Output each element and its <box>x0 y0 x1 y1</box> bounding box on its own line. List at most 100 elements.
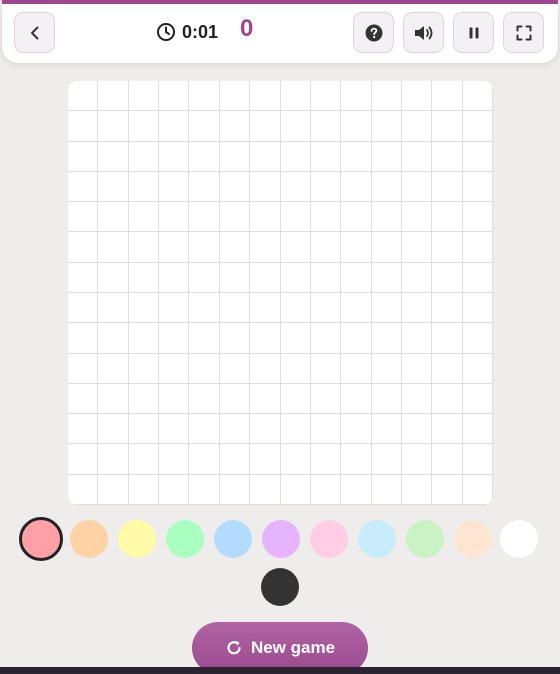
board-cell[interactable] <box>432 323 463 354</box>
board-cell[interactable] <box>310 353 342 384</box>
board-cell[interactable] <box>401 202 433 233</box>
board-cell[interactable] <box>462 383 493 415</box>
board-cell[interactable] <box>280 141 311 172</box>
help-button[interactable] <box>353 12 394 53</box>
board-cell[interactable] <box>462 353 493 384</box>
board-cell[interactable] <box>128 202 160 233</box>
board-cell[interactable] <box>98 323 129 354</box>
board-cell[interactable] <box>371 232 402 263</box>
board-cell[interactable] <box>98 293 129 324</box>
board-cell[interactable] <box>189 323 220 354</box>
board-cell[interactable] <box>462 474 493 505</box>
board-cell[interactable] <box>432 414 463 445</box>
board-cell[interactable] <box>250 353 281 384</box>
board-cell[interactable] <box>219 111 251 142</box>
board-cell[interactable] <box>159 414 190 445</box>
board-cell[interactable] <box>310 111 342 142</box>
board-cell[interactable] <box>219 141 251 172</box>
board-cell[interactable] <box>280 353 311 384</box>
board-cell[interactable] <box>310 444 342 475</box>
board-cell[interactable] <box>189 141 220 172</box>
board-cell[interactable] <box>250 202 281 233</box>
board-cell[interactable] <box>98 141 129 172</box>
board-cell[interactable] <box>189 474 220 505</box>
board-cell[interactable] <box>159 444 190 475</box>
board-cell[interactable] <box>401 262 433 293</box>
color-swatch[interactable] <box>261 568 299 606</box>
board-cell[interactable] <box>159 141 190 172</box>
board-cell[interactable] <box>250 444 281 475</box>
board-cell[interactable] <box>189 262 220 293</box>
board-cell[interactable] <box>432 171 463 203</box>
board-cell[interactable] <box>159 232 190 263</box>
board-cell[interactable] <box>250 383 281 415</box>
board-cell[interactable] <box>401 323 433 354</box>
board-cell[interactable] <box>371 171 402 203</box>
board-cell[interactable] <box>310 171 342 203</box>
board-cell[interactable] <box>371 111 402 142</box>
board-cell[interactable] <box>462 262 493 293</box>
board-cell[interactable] <box>159 353 190 384</box>
board-cell[interactable] <box>280 474 311 505</box>
board-cell[interactable] <box>462 202 493 233</box>
board-cell[interactable] <box>159 262 190 293</box>
color-swatch[interactable] <box>406 520 444 558</box>
board-cell[interactable] <box>250 81 281 112</box>
board-cell[interactable] <box>159 171 190 203</box>
board-cell[interactable] <box>462 232 493 263</box>
board-cell[interactable] <box>432 81 463 112</box>
board-cell[interactable] <box>98 444 129 475</box>
board-cell[interactable] <box>341 202 372 233</box>
board-cell[interactable] <box>219 81 251 112</box>
board-cell[interactable] <box>341 414 372 445</box>
board-cell[interactable] <box>128 414 160 445</box>
board-cell[interactable] <box>250 141 281 172</box>
board-cell[interactable] <box>341 323 372 354</box>
board-cell[interactable] <box>128 444 160 475</box>
board-cell[interactable] <box>432 474 463 505</box>
board-cell[interactable] <box>219 171 251 203</box>
board-cell[interactable] <box>432 353 463 384</box>
board-cell[interactable] <box>310 262 342 293</box>
board-cell[interactable] <box>128 141 160 172</box>
board-cell[interactable] <box>68 414 99 445</box>
board-cell[interactable] <box>462 444 493 475</box>
board-cell[interactable] <box>189 81 220 112</box>
board-cell[interactable] <box>68 323 99 354</box>
board-cell[interactable] <box>280 202 311 233</box>
color-swatch[interactable] <box>262 520 300 558</box>
board-cell[interactable] <box>128 171 160 203</box>
board-cell[interactable] <box>68 232 99 263</box>
board-cell[interactable] <box>401 111 433 142</box>
board-cell[interactable] <box>128 81 160 112</box>
board-cell[interactable] <box>219 232 251 263</box>
board-cell[interactable] <box>128 293 160 324</box>
board-cell[interactable] <box>189 444 220 475</box>
board-cell[interactable] <box>68 444 99 475</box>
board-cell[interactable] <box>401 353 433 384</box>
board-cell[interactable] <box>128 262 160 293</box>
board-cell[interactable] <box>371 202 402 233</box>
board-cell[interactable] <box>462 414 493 445</box>
board-cell[interactable] <box>401 414 433 445</box>
pause-button[interactable] <box>453 12 494 53</box>
board-cell[interactable] <box>98 262 129 293</box>
board-cell[interactable] <box>341 141 372 172</box>
board-cell[interactable] <box>310 414 342 445</box>
board-cell[interactable] <box>189 353 220 384</box>
sound-button[interactable] <box>403 12 444 53</box>
board-cell[interactable] <box>432 383 463 415</box>
board-cell[interactable] <box>219 323 251 354</box>
board-cell[interactable] <box>250 414 281 445</box>
board-cell[interactable] <box>341 293 372 324</box>
board-cell[interactable] <box>280 383 311 415</box>
board-cell[interactable] <box>68 474 99 505</box>
board-cell[interactable] <box>159 111 190 142</box>
color-swatch[interactable] <box>166 520 204 558</box>
board-cell[interactable] <box>341 474 372 505</box>
board-cell[interactable] <box>371 323 402 354</box>
board-cell[interactable] <box>68 353 99 384</box>
board-cell[interactable] <box>341 444 372 475</box>
board-cell[interactable] <box>401 141 433 172</box>
board-cell[interactable] <box>219 444 251 475</box>
